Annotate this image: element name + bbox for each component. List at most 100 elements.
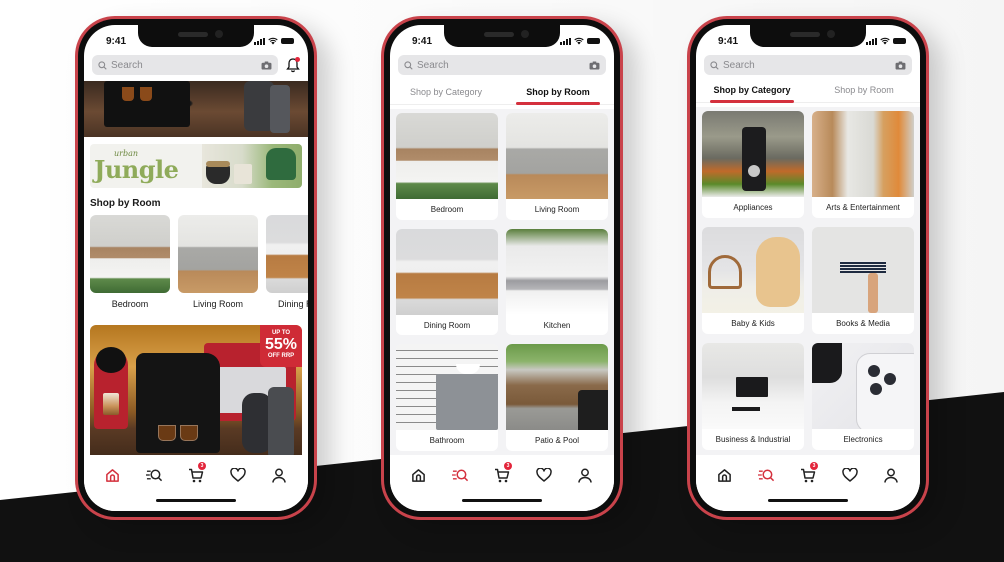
category-card-business-industrial[interactable]: Business & Industrial [702, 343, 804, 450]
room-image [396, 344, 498, 431]
room-card-living-room[interactable]: Living Room [506, 113, 608, 220]
phone-home-screen: 9:41 Search urban Jungle Shop by Room Be… [75, 16, 317, 520]
user-icon [272, 468, 286, 483]
nav-cart[interactable]: 3 [796, 462, 820, 485]
phone-shop-by-room-screen: 9:41 Shop by Category Shop by Room Bedro… [381, 16, 623, 520]
category-card-electronics[interactable]: Electronics [812, 343, 914, 450]
signal-icon [254, 37, 265, 45]
heart-icon [841, 468, 858, 482]
nav-account[interactable] [267, 465, 291, 485]
status-time: 9:41 [718, 35, 739, 47]
tab-shop-by-category[interactable]: Shop by Category [390, 83, 502, 104]
phone-shop-by-category-screen: 9:41 Shop by Category Shop by Room [687, 16, 929, 520]
browse-search-icon [757, 469, 774, 482]
room-label: Dining Room [278, 299, 308, 309]
room-card-bathroom[interactable]: Bathroom [396, 344, 498, 451]
search-bar[interactable] [398, 55, 606, 75]
category-label: Business & Industrial [715, 435, 791, 444]
search-icon [404, 60, 413, 70]
nav-home[interactable] [101, 465, 125, 485]
hero-banner-coffee[interactable] [84, 81, 308, 137]
room-image [396, 228, 498, 315]
category-image [702, 111, 804, 197]
category-label: Electronics [843, 435, 883, 444]
room-label: Dining Room [423, 320, 471, 330]
room-carousel[interactable]: Bedroom Living Room Dining Room [84, 215, 308, 309]
search-input[interactable] [723, 59, 891, 71]
room-label: Kitchen [543, 320, 571, 330]
nav-wishlist[interactable] [532, 465, 556, 485]
room-grid: Bedroom Living Room Dining Room Kitchen … [390, 109, 614, 455]
nav-browse[interactable] [142, 465, 166, 485]
camera-icon[interactable] [261, 60, 272, 70]
camera-icon[interactable] [589, 60, 600, 70]
nav-home[interactable] [407, 465, 431, 485]
user-icon [884, 468, 898, 483]
room-card-kitchen[interactable]: Kitchen [506, 228, 608, 336]
room-label: Bathroom [429, 436, 465, 446]
tab-shop-by-category[interactable]: Shop by Category [696, 81, 808, 103]
nav-account[interactable] [879, 465, 903, 485]
room-card-dining-room[interactable]: Dining Room [266, 215, 308, 309]
room-label: Patio & Pool [534, 436, 580, 446]
shop-tabs: Shop by Category Shop by Room [390, 83, 614, 105]
search-bar[interactable] [92, 55, 278, 75]
bottom-navigation: 3 [390, 455, 614, 511]
screen: 9:41 Search urban Jungle Shop by Room Be… [84, 25, 308, 511]
room-card-bedroom[interactable]: Bedroom [396, 113, 498, 220]
room-card-dining-room[interactable]: Dining Room [396, 228, 498, 336]
room-card-living-room[interactable]: Living Room [178, 215, 258, 309]
screen: 9:41 Shop by Category Shop by Room Bedro… [390, 25, 614, 511]
room-image [178, 215, 258, 293]
room-label: Living Room [192, 299, 244, 309]
browse-search-icon [145, 469, 162, 482]
category-image [702, 227, 804, 313]
screen: 9:41 Shop by Category Shop by Room [696, 25, 920, 511]
tab-shop-by-room[interactable]: Shop by Room [502, 83, 614, 105]
home-icon [106, 468, 120, 482]
category-card-appliances[interactable]: Appliances [702, 111, 804, 218]
status-time: 9:41 [412, 35, 433, 47]
cart-count-badge: 3 [809, 462, 818, 470]
room-image [506, 113, 608, 199]
category-card-baby-kids[interactable]: Baby & Kids [702, 227, 804, 334]
bottom-navigation: 3 [696, 455, 920, 511]
room-image [506, 344, 608, 431]
search-row [704, 55, 912, 75]
nav-wishlist[interactable] [838, 465, 862, 485]
nav-home[interactable] [713, 465, 737, 485]
search-input[interactable] [417, 59, 585, 71]
tab-shop-by-room[interactable]: Shop by Room [808, 81, 920, 102]
battery-icon [587, 38, 600, 44]
wifi-icon [268, 37, 278, 45]
phone-bezel: 9:41 Search urban Jungle Shop by Room Be… [78, 19, 314, 517]
nav-cart[interactable]: 3 [490, 462, 514, 485]
home-indicator [462, 499, 542, 502]
nav-cart[interactable]: 3 [184, 462, 208, 485]
search-bar[interactable] [704, 55, 912, 75]
discount-badge: UP TO 55% OFF RRP [260, 325, 302, 367]
search-row [398, 55, 606, 75]
urban-jungle-banner[interactable]: urban Jungle [90, 144, 302, 188]
room-label: Bedroom [111, 299, 149, 309]
room-card-bedroom[interactable]: Bedroom [90, 215, 170, 309]
notifications-button[interactable] [286, 57, 300, 73]
nav-browse[interactable] [754, 465, 778, 485]
nav-account[interactable] [573, 465, 597, 485]
shop-tabs: Shop by Category Shop by Room [696, 81, 920, 103]
wifi-icon [574, 37, 584, 45]
category-image [812, 111, 914, 197]
category-card-arts-entertainment[interactable]: Arts & Entertainment [812, 111, 914, 218]
banner-image [202, 144, 302, 188]
camera-icon[interactable] [895, 60, 906, 70]
search-input[interactable] [111, 59, 257, 71]
notch [750, 25, 866, 47]
search-icon [710, 60, 719, 70]
nav-wishlist[interactable] [226, 465, 250, 485]
coffee-promo-banner[interactable]: UP TO 55% OFF RRP 23:42 Remaining [90, 325, 302, 455]
cart-count-badge: 3 [197, 462, 206, 470]
nav-browse[interactable] [448, 465, 472, 485]
category-card-books-media[interactable]: Books & Media [812, 227, 914, 334]
category-label: Baby & Kids [731, 319, 775, 328]
room-card-patio-pool[interactable]: Patio & Pool [506, 344, 608, 451]
